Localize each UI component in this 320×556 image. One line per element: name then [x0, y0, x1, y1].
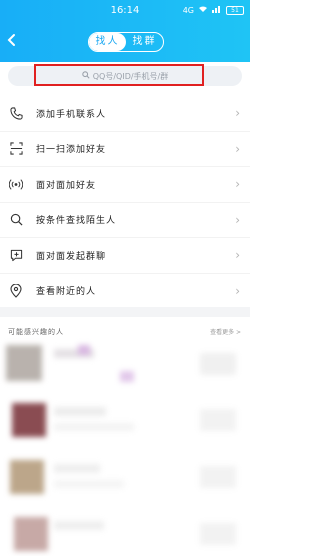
menu-label: 面对面加好友 [36, 180, 97, 191]
status-icons: 4G 51 [183, 5, 244, 15]
avatar[interactable] [14, 517, 48, 551]
list-item-text [54, 407, 106, 416]
menu-item-group-chat[interactable]: 面对面发起群聊 › [0, 238, 250, 274]
menu-item-nearby[interactable]: 查看附近的人 › [0, 274, 250, 309]
list-item-badge [120, 371, 134, 382]
network-label: 4G [182, 5, 194, 15]
add-friend-menu: 添加手机联系人 › 扫一扫添加好友 › 面对面加好友 › 按条件查找陌生人 › … [0, 96, 250, 309]
phone-icon [9, 106, 23, 120]
avatar[interactable] [12, 403, 46, 437]
people-section-header: 可能感兴趣的人 查看更多 > [0, 317, 250, 345]
section-divider [0, 307, 250, 317]
chevron-right-icon: › [235, 212, 240, 227]
menu-item-add-contacts[interactable]: 添加手机联系人 › [0, 96, 250, 132]
avatar[interactable] [6, 345, 42, 381]
menu-item-scan[interactable]: 扫一扫添加好友 › [0, 132, 250, 167]
list-item-text [54, 464, 100, 473]
chevron-right-icon: › [235, 177, 240, 192]
status-bar: 16:14 4G 51 [0, 0, 250, 22]
list-item-text [54, 521, 104, 530]
back-button[interactable] [6, 33, 20, 47]
list-item-text [54, 423, 134, 431]
chevron-right-icon: › [235, 141, 240, 156]
group-chat-icon [9, 248, 23, 262]
see-more-link[interactable]: 查看更多 > [210, 327, 241, 336]
list-item-action[interactable] [200, 466, 236, 488]
menu-item-find-strangers[interactable]: 按条件查找陌生人 › [0, 203, 250, 238]
location-pin-icon [9, 283, 23, 298]
list-item-text [54, 480, 124, 488]
menu-label: 查看附近的人 [36, 287, 97, 298]
chevron-right-icon: › [235, 106, 240, 121]
chevron-right-icon: › [235, 283, 240, 298]
list-item-action[interactable] [200, 409, 236, 431]
menu-label: 面对面发起群聊 [36, 251, 107, 262]
list-item-action[interactable] [200, 523, 236, 545]
radar-icon [9, 177, 23, 191]
chevron-right-icon: › [235, 248, 240, 263]
scan-icon [9, 142, 23, 156]
menu-label: 扫一扫添加好友 [36, 145, 107, 156]
highlight-box [34, 64, 204, 86]
section-title: 可能感兴趣的人 [8, 328, 64, 336]
list-item-action[interactable] [200, 353, 236, 375]
menu-label: 添加手机联系人 [36, 109, 107, 120]
tab-switcher: 找人 找群 [88, 32, 164, 52]
signal-icon [212, 5, 222, 15]
search-icon [9, 213, 23, 227]
battery-icon: 51 [226, 5, 244, 15]
menu-item-face-to-face[interactable]: 面对面加好友 › [0, 167, 250, 203]
menu-label: 按条件查找陌生人 [36, 216, 117, 227]
people-list [0, 345, 250, 556]
list-item-badge [78, 345, 90, 355]
tab-find-groups[interactable]: 找群 [126, 33, 163, 51]
title-bar: 16:14 4G 51 找人 找群 [0, 0, 250, 62]
wifi-icon [198, 5, 208, 15]
tab-find-people[interactable]: 找人 [89, 33, 126, 51]
avatar[interactable] [10, 460, 44, 494]
